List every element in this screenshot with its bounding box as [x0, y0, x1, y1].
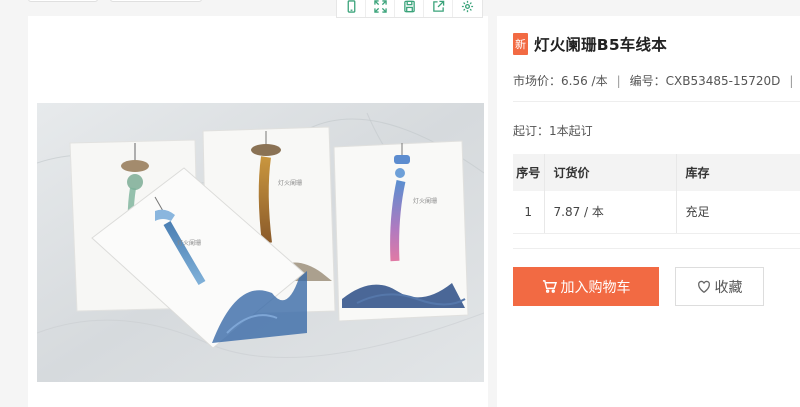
- cell-price: 7.87 / 本: [544, 191, 677, 234]
- col-header-stock: 库存: [676, 154, 800, 191]
- table-header-row: 序号 订货价 库存: [513, 154, 800, 191]
- cell-stock: 充足: [676, 191, 800, 234]
- favorite-button[interactable]: 收藏: [675, 267, 764, 306]
- table-row: 1 7.87 / 本 充足: [513, 191, 800, 234]
- settings-icon[interactable]: [453, 0, 482, 17]
- heart-icon: [697, 280, 710, 293]
- product-photo[interactable]: 灯火阑珊 灯火阑珊 灯火阑珊: [37, 103, 484, 382]
- expand-icon[interactable]: [366, 0, 395, 17]
- top-tab-fragment[interactable]: [28, 0, 98, 2]
- add-to-cart-button[interactable]: 加入购物车: [513, 267, 659, 306]
- new-badge: 新: [513, 33, 528, 55]
- divider: [513, 248, 800, 249]
- image-toolbar: [336, 0, 483, 18]
- add-to-cart-label: 加入购物车: [560, 278, 631, 295]
- min-order-quantity: 起订：1本起订: [513, 124, 593, 138]
- meta-separator: |: [789, 74, 794, 88]
- product-title-row: 新 灯火阑珊B5车线本: [513, 33, 667, 55]
- meta-separator: |: [616, 74, 621, 88]
- product-meta: 市场价：6.56 /本|编号：CXB53485-15720D|条: [513, 72, 800, 89]
- product-code: 编号：CXB53485-15720D: [629, 74, 781, 88]
- favorite-label: 收藏: [714, 278, 743, 295]
- cart-icon: [542, 280, 557, 293]
- divider: [513, 101, 800, 102]
- svg-text:灯火阑珊: 灯火阑珊: [278, 179, 302, 187]
- price-table: 序号 订货价 库存 1 7.87 / 本 充足: [513, 154, 800, 234]
- save-icon[interactable]: [395, 0, 424, 17]
- share-icon[interactable]: [424, 0, 453, 17]
- market-price: 市场价：6.56 /本: [513, 74, 608, 88]
- cell-index: 1: [513, 191, 545, 234]
- col-header-index: 序号: [513, 154, 545, 191]
- product-title: 灯火阑珊B5车线本: [534, 36, 667, 54]
- svg-text:灯火阑珊: 灯火阑珊: [177, 239, 201, 247]
- col-header-price: 订货价: [544, 154, 677, 191]
- top-tab-fragment[interactable]: [110, 0, 202, 2]
- svg-text:灯火阑珊: 灯火阑珊: [413, 197, 437, 205]
- phone-icon[interactable]: [337, 0, 366, 17]
